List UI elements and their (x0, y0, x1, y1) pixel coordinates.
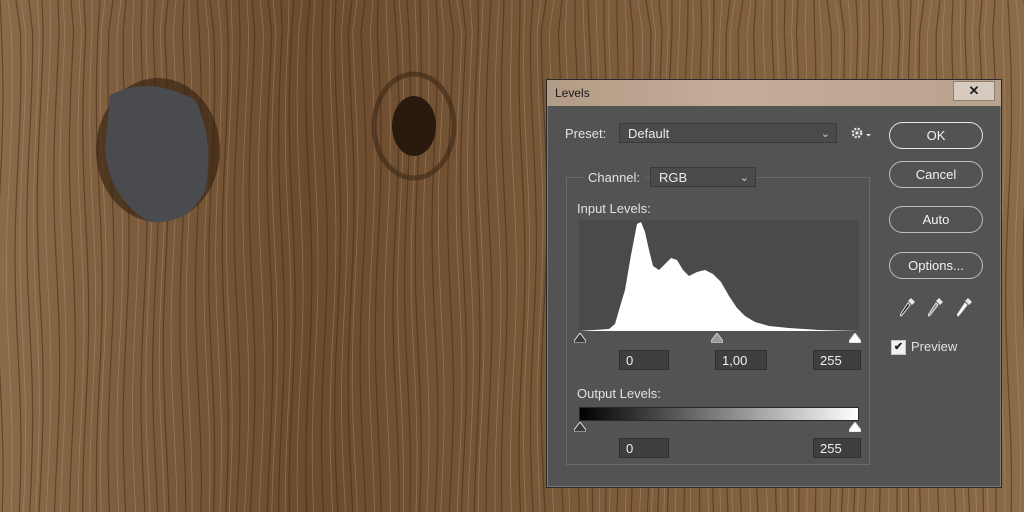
output-levels-label: Output Levels: (577, 386, 661, 401)
histogram (579, 220, 859, 331)
cancel-button[interactable]: Cancel (889, 161, 983, 188)
ok-button[interactable]: OK (889, 122, 983, 149)
input-black-field[interactable]: 0 (619, 350, 669, 370)
preset-label: Preset: (565, 126, 607, 141)
options-button[interactable]: Options... (889, 252, 983, 279)
gray-point-eyedropper-icon[interactable] (928, 297, 944, 317)
chevron-down-icon: ⌄ (820, 128, 830, 140)
output-black-slider[interactable] (574, 422, 586, 432)
input-white-slider[interactable] (849, 333, 861, 343)
dialog-titlebar[interactable]: Levels ✕ (547, 80, 1001, 106)
dialog-title: Levels (555, 86, 590, 100)
channel-label: Channel: (583, 170, 646, 185)
input-levels-label: Input Levels: (577, 201, 651, 216)
preview-label: Preview (911, 339, 958, 354)
auto-button[interactable]: Auto (889, 206, 983, 233)
output-black-field[interactable]: 0 (619, 438, 669, 458)
input-gamma-field[interactable]: 1,00 (715, 350, 767, 370)
preset-select[interactable]: Default ⌄ (619, 123, 837, 143)
preset-value: Default (628, 126, 670, 141)
input-gamma-slider[interactable] (711, 333, 723, 343)
input-black-slider[interactable] (574, 333, 586, 343)
preview-checkbox[interactable]: ✔ (891, 340, 906, 355)
black-point-eyedropper-icon[interactable] (900, 297, 916, 317)
output-white-field[interactable]: 255 (813, 438, 861, 458)
close-button[interactable]: ✕ (953, 81, 995, 101)
channel-value: RGB (659, 170, 688, 185)
input-white-field[interactable]: 255 (813, 350, 861, 370)
output-white-slider[interactable] (849, 422, 861, 432)
channel-select[interactable]: RGB ⌄ (650, 167, 756, 187)
gear-icon[interactable] (850, 125, 872, 141)
white-point-eyedropper-icon[interactable] (957, 297, 973, 317)
histogram-graph (579, 222, 859, 331)
output-gradient-bar (579, 407, 859, 421)
levels-dialog: Levels ✕ Preset: Default ⌄ Channel: RGB … (546, 79, 1002, 488)
chevron-down-icon: ⌄ (739, 172, 749, 184)
